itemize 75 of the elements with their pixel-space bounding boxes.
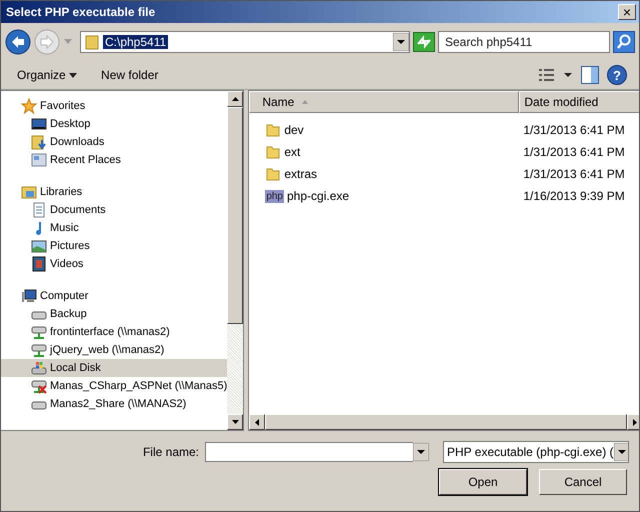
videos-icon	[31, 256, 47, 272]
dropdown-arrow-icon[interactable]	[614, 443, 628, 461]
recent-icon	[31, 152, 47, 168]
refresh-icon[interactable]	[413, 32, 435, 52]
close-button[interactable]: ×	[618, 4, 636, 20]
php-file-icon: php	[265, 190, 284, 202]
file-name: dev	[284, 123, 304, 137]
address-path: C:\php5411	[103, 35, 168, 49]
file-name: extras	[284, 167, 317, 181]
file-name: php-cgi.exe	[287, 189, 350, 203]
date-modified: 1/31/2013 6:41 PM	[522, 145, 626, 159]
dropdown-icon	[69, 73, 78, 79]
sort-arrow-icon	[302, 100, 308, 104]
file-name: ext	[284, 145, 300, 159]
file-row[interactable]: dev 1/31/2013 6:41 PM	[249, 119, 639, 141]
sidebar-group[interactable]: Computer	[1, 287, 228, 305]
desktop-icon	[31, 116, 47, 132]
view-list-icon[interactable]	[539, 68, 555, 82]
date-column-header[interactable]: Date modified	[519, 91, 639, 113]
folder-icon	[265, 144, 282, 160]
window-title: Select PHP executable file	[6, 5, 156, 19]
folder-icon	[85, 34, 99, 50]
open-button[interactable]: Open	[439, 469, 527, 495]
sidebar-group[interactable]: Favorites	[1, 97, 228, 115]
pictures-icon	[31, 238, 47, 254]
right-arrow-icon[interactable]	[633, 418, 638, 426]
net-icon	[31, 324, 47, 340]
sidebar-group[interactable]: Libraries	[1, 183, 228, 201]
search-icon[interactable]	[613, 31, 635, 53]
file-type-dropdown[interactable]: PHP executable (php-cgi.exe) (	[443, 441, 629, 463]
net-icon	[31, 342, 47, 358]
down-arrow-icon[interactable]	[232, 420, 239, 424]
sidebar-item[interactable]: Pictures	[1, 237, 228, 255]
sidebar-item[interactable]: Local Disk	[1, 359, 228, 377]
date-modified: 1/31/2013 6:41 PM	[522, 167, 626, 181]
help-button[interactable]: ?	[607, 65, 627, 85]
sidebar-item[interactable]: Documents	[1, 201, 228, 219]
scrollbar-thumb[interactable]	[227, 107, 244, 324]
sidebar-item[interactable]: Videos	[1, 255, 228, 273]
cancel-button[interactable]: Cancel	[539, 469, 627, 495]
libraries-icon	[21, 184, 37, 200]
dropdown-arrow-icon[interactable]	[393, 33, 409, 51]
dropdown-arrow-icon[interactable]	[413, 443, 429, 461]
new-folder-button[interactable]: New folder	[93, 66, 166, 84]
sidebar-item[interactable]: Music	[1, 219, 228, 237]
sidebar-item[interactable]: jQuery_web (\\manas2)	[1, 341, 228, 359]
folder-icon	[265, 122, 282, 138]
address-bar[interactable]: C:\php5411	[80, 31, 410, 53]
star-icon	[21, 98, 37, 114]
computer-icon	[21, 288, 37, 304]
sidebar-item[interactable]: Manas2_Share (\\MANAS2)	[1, 395, 228, 413]
file-name-field[interactable]	[205, 442, 413, 462]
sidebar-item[interactable]: Manas_CSharp_ASPNet (\\Manas5)	[1, 377, 228, 395]
sidebar-item[interactable]: frontinterface (\\manas2)	[1, 323, 228, 341]
file-name-label: File name:	[142, 445, 199, 459]
sidebar-item[interactable]: Downloads	[1, 133, 228, 151]
file-row[interactable]: ext 1/31/2013 6:41 PM	[249, 141, 639, 163]
organize-button[interactable]: Organize	[9, 66, 86, 84]
file-row[interactable]: php php-cgi.exe 1/16/2013 9:39 PM	[249, 185, 639, 207]
folder-icon	[265, 166, 282, 182]
downloads-icon	[31, 134, 47, 150]
scrollbar[interactable]	[227, 91, 244, 430]
search-field[interactable]: Search php5411	[438, 31, 610, 53]
sidebar-item[interactable]: Recent Places	[1, 151, 228, 169]
file-row[interactable]: extras 1/31/2013 6:41 PM	[249, 163, 639, 185]
left-arrow-icon[interactable]	[255, 418, 260, 426]
date-modified: 1/31/2013 6:41 PM	[522, 123, 626, 137]
sidebar-item[interactable]: Backup	[1, 305, 228, 323]
date-modified: 1/16/2013 9:39 PM	[522, 189, 626, 203]
dropdown-icon[interactable]	[563, 71, 573, 79]
preview-pane-icon[interactable]	[581, 66, 599, 84]
name-column-header[interactable]: Name	[249, 91, 520, 113]
sidebar-item[interactable]: Desktop	[1, 115, 228, 133]
up-arrow-icon[interactable]	[232, 97, 239, 101]
doc-icon	[31, 202, 47, 218]
